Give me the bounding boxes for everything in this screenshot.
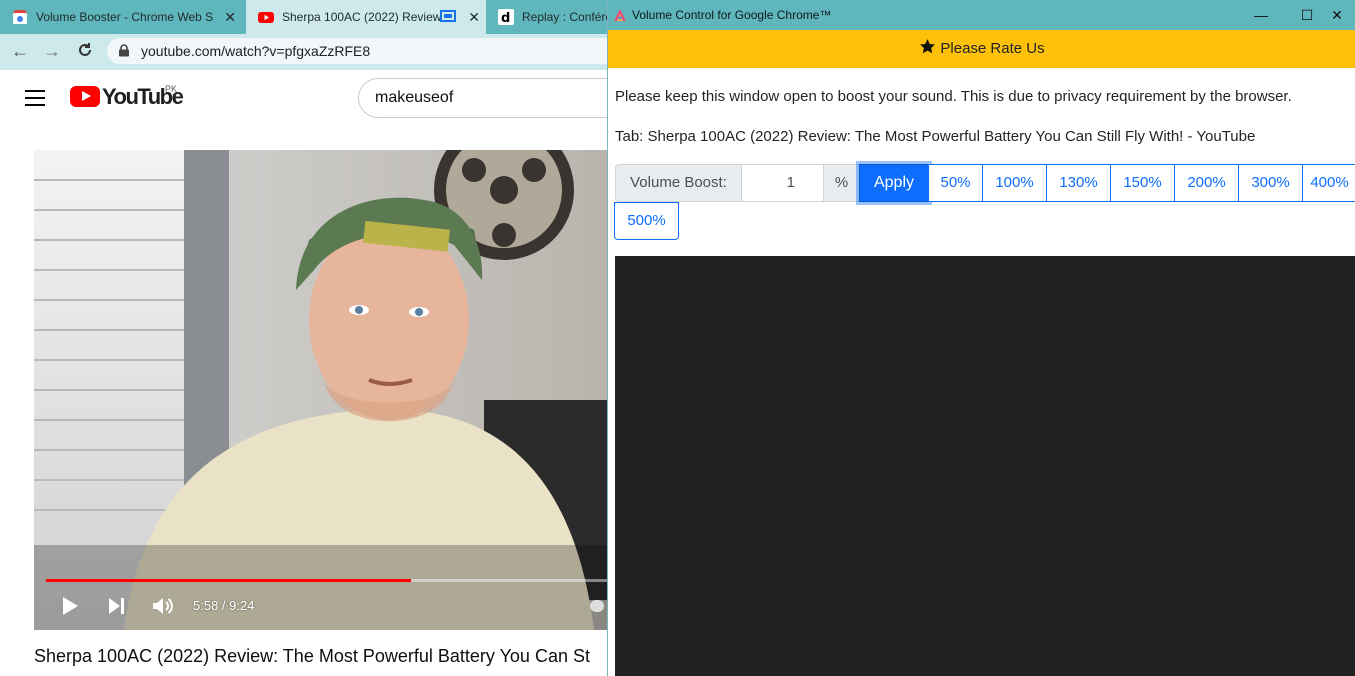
next-icon[interactable] <box>107 596 127 616</box>
video-title: Sherpa 100AC (2022) Review: The Most Pow… <box>34 646 590 666</box>
volume-control-logo-icon <box>612 7 628 23</box>
chrome-browser-window: Volume Booster - Chrome Web S ✕ Sherpa 1… <box>0 0 607 676</box>
tab-title: Sherpa 100AC (2022) Review <box>282 10 442 24</box>
star-icon <box>919 32 936 54</box>
target-tab-info: Tab: Sherpa 100AC (2022) Review: The Mos… <box>615 128 1256 145</box>
popup-content-area <box>615 256 1355 676</box>
play-icon[interactable] <box>60 596 80 616</box>
preset-300-button[interactable]: 300% <box>1238 164 1303 202</box>
preset-500-button[interactable]: 500% <box>614 202 679 240</box>
preset-100-button[interactable]: 100% <box>982 164 1047 202</box>
forward-icon[interactable]: → <box>42 41 62 61</box>
region-code: PK <box>165 84 178 94</box>
volume-icon[interactable] <box>152 596 176 616</box>
tab-volume-booster[interactable]: Volume Booster - Chrome Web S ✕ <box>12 0 242 34</box>
video-player[interactable] <box>34 150 607 630</box>
preset-130-button[interactable]: 130% <box>1046 164 1111 202</box>
preset-150-button[interactable]: 150% <box>1110 164 1175 202</box>
tab-capture-icon <box>440 10 456 22</box>
youtube-icon <box>258 9 274 25</box>
video-frame-image <box>34 150 607 630</box>
preset-50-button[interactable]: 50% <box>928 164 983 202</box>
volume-boost-input[interactable]: 1 <box>741 164 824 202</box>
preset-400-button[interactable]: 400% <box>1302 164 1355 202</box>
settings-toggle-icon[interactable] <box>590 600 604 612</box>
chrome-webstore-icon <box>12 9 28 25</box>
menu-icon[interactable] <box>25 90 45 106</box>
rate-us-banner[interactable]: Please Rate Us <box>608 30 1355 68</box>
progress-played <box>46 579 411 582</box>
close-window-icon[interactable]: ✕ <box>1314 0 1355 30</box>
window-titlebar: Volume Control for Google Chrome™ — ☐ ✕ <box>608 0 1355 30</box>
back-icon[interactable]: ← <box>10 41 30 61</box>
tab-replay[interactable]: d Replay : Conféré <box>490 0 607 34</box>
svg-text:d: d <box>501 11 510 25</box>
volume-control-window: Volume Control for Google Chrome™ — ☐ ✕ … <box>607 0 1355 676</box>
close-tab-icon[interactable]: ✕ <box>224 9 236 25</box>
tab-title: Volume Booster - Chrome Web S <box>36 10 214 24</box>
tab-youtube-video[interactable]: Sherpa 100AC (2022) Review ✕ <box>246 0 486 34</box>
window-title: Volume Control for Google Chrome™ <box>632 8 832 22</box>
time-display: 5:58 / 9:24 <box>193 598 255 613</box>
preset-200-button[interactable]: 200% <box>1174 164 1239 202</box>
reload-icon[interactable] <box>75 41 95 61</box>
percent-addon: % <box>823 164 860 202</box>
volume-boost-label: Volume Boost: <box>615 164 742 202</box>
tab-title: Replay : Conféré <box>522 10 607 24</box>
lock-icon <box>118 44 130 57</box>
minimize-icon[interactable]: — <box>1238 0 1284 30</box>
apply-button[interactable]: Apply <box>859 164 929 202</box>
dailymotion-icon: d <box>498 9 514 26</box>
privacy-notice: Please keep this window open to boost yo… <box>615 88 1292 105</box>
youtube-logo-icon[interactable] <box>70 86 100 107</box>
close-tab-icon[interactable]: ✕ <box>468 9 480 25</box>
rate-us-label: Please Rate Us <box>940 40 1045 57</box>
search-input[interactable]: makeuseof <box>358 78 607 118</box>
address-bar[interactable]: youtube.com/watch?v=pfgxaZzRFE8 <box>107 38 607 64</box>
